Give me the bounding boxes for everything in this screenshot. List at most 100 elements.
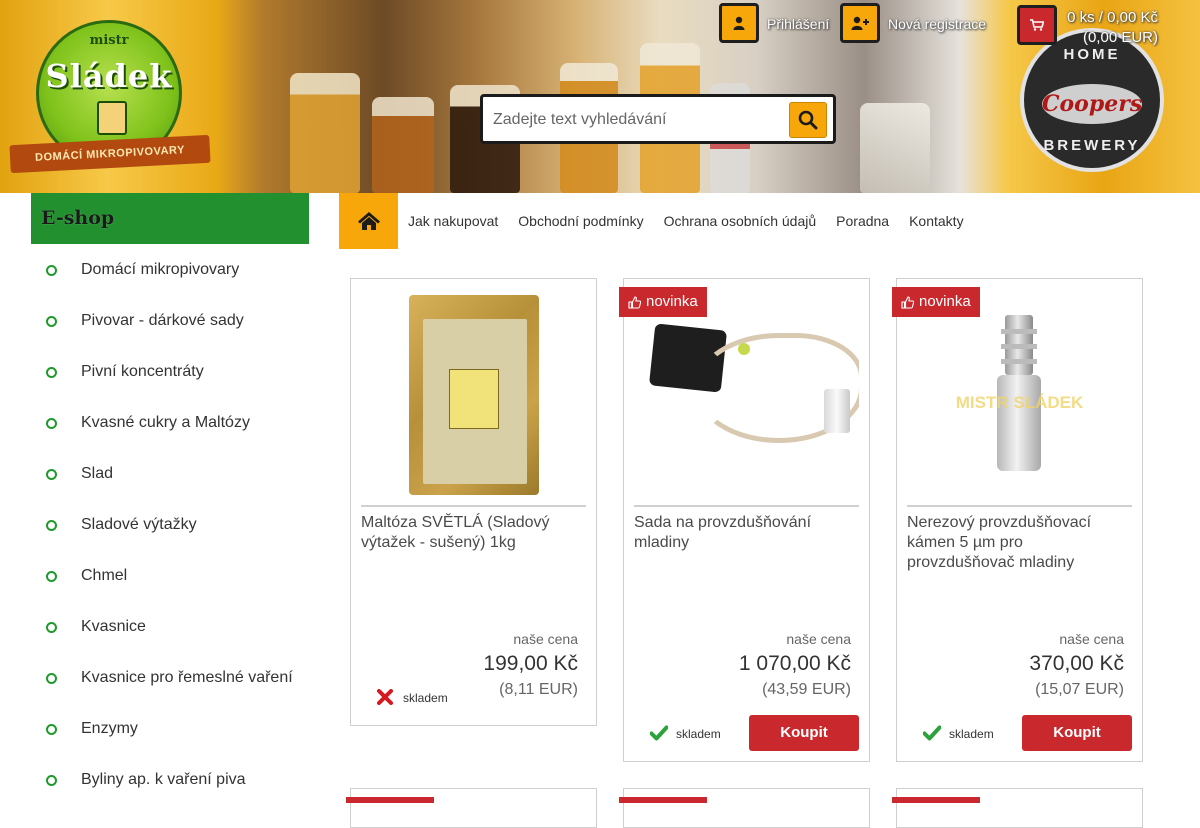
sidebar-item-label: Kvasnice bbox=[81, 618, 146, 635]
stock-text: skladem bbox=[949, 727, 994, 741]
home-button[interactable] bbox=[339, 193, 398, 249]
coopers-logo: HOME Coopers BREWERY bbox=[1020, 28, 1164, 172]
sidebar-item-chmel[interactable]: Chmel bbox=[31, 550, 309, 601]
add-user-icon bbox=[851, 16, 869, 30]
main-nav: Jak nakupovat Obchodní podmínky Ochrana … bbox=[339, 193, 984, 249]
product-image[interactable] bbox=[634, 289, 859, 504]
buy-button[interactable]: Koupit bbox=[749, 715, 859, 751]
product-price-eur: (15,07 EUR) bbox=[1035, 681, 1124, 698]
coopers-logo-brand: Coopers bbox=[1042, 84, 1142, 124]
sidebar-item-label: Pivní koncentráty bbox=[81, 363, 204, 380]
divider bbox=[907, 505, 1132, 507]
sidebar-item-slad[interactable]: Slad bbox=[31, 448, 309, 499]
cart-eur: (0,00 EUR) bbox=[1082, 29, 1158, 46]
product-price-eur: (8,11 EUR) bbox=[499, 681, 578, 698]
badge-strip bbox=[346, 797, 434, 803]
sidebar-item-enzymy[interactable]: Enzymy bbox=[31, 703, 309, 754]
stock-text: skladem bbox=[403, 691, 448, 705]
sidebar-item-kvasne-cukry[interactable]: Kvasné cukry a Maltózy bbox=[31, 397, 309, 448]
search-button[interactable] bbox=[789, 102, 827, 138]
nav-kontakty[interactable]: Kontakty bbox=[909, 213, 963, 229]
nav-poradna[interactable]: Poradna bbox=[836, 213, 889, 229]
product-card[interactable]: novinka Sada na provzdušňování mladiny n… bbox=[619, 278, 870, 762]
price-label: naše cena bbox=[786, 631, 851, 647]
sidebar-item-byliny[interactable]: Byliny ap. k vaření piva bbox=[31, 754, 309, 805]
stock-status: skladem bbox=[923, 725, 994, 743]
search-input[interactable] bbox=[493, 107, 783, 133]
sidebar-item-domaci-mikropivovary[interactable]: Domácí mikropivovary bbox=[31, 244, 309, 295]
sidebar-item-label: Pivovar - dárkové sady bbox=[81, 312, 244, 329]
sidebar-title: E-shop bbox=[31, 193, 309, 244]
category-sidebar: E-shop Domácí mikropivovary Pivovar - dá… bbox=[31, 193, 309, 805]
thumbs-up-icon bbox=[628, 295, 641, 309]
check-icon bbox=[650, 725, 668, 743]
product-card[interactable]: Maltóza SVĚTLÁ (Sladový výtažek - sušený… bbox=[350, 278, 597, 726]
sidebar-item-pivni-koncentraty[interactable]: Pivní koncentráty bbox=[31, 346, 309, 397]
badge-text: novinka bbox=[646, 293, 698, 310]
cart-count: 0 ks / 0,00 Kč bbox=[1067, 9, 1158, 26]
sidebar-item-label: Sladové výtažky bbox=[81, 516, 197, 533]
bullet-icon bbox=[46, 775, 57, 786]
register-button[interactable] bbox=[840, 3, 880, 43]
sidebar-item-label: Chmel bbox=[81, 567, 128, 584]
bullet-icon bbox=[46, 367, 57, 378]
bullet-icon bbox=[46, 520, 57, 531]
beer-glass-decoration bbox=[372, 97, 434, 193]
sidebar-item-sladove-vytazky[interactable]: Sladové výtažky bbox=[31, 499, 309, 550]
login-button[interactable] bbox=[719, 3, 759, 43]
sidebar-item-kvasnice[interactable]: Kvasnice bbox=[31, 601, 309, 652]
bullet-icon bbox=[46, 265, 57, 276]
sidebar-item-pivovar-darkove-sady[interactable]: Pivovar - dárkové sady bbox=[31, 295, 309, 346]
nav-ochrana-udaju[interactable]: Ochrana osobních údajů bbox=[664, 213, 817, 229]
product-card[interactable]: MISTR SLÁDEK novinka Nerezový provzdušňo… bbox=[892, 278, 1143, 762]
bullet-icon bbox=[46, 673, 57, 684]
header-banner: mistr Sládek Domácí mikropivovary HOME C… bbox=[0, 0, 1200, 193]
buy-button[interactable]: Koupit bbox=[1022, 715, 1132, 751]
logo-main-text: Sládek bbox=[45, 57, 173, 95]
sidebar-item-label: Kvasnice pro řemeslné vaření bbox=[81, 669, 293, 686]
sidebar-item-label: Byliny ap. k vaření piva bbox=[81, 771, 246, 788]
badge-text: novinka bbox=[919, 293, 971, 310]
shopping-cart-icon bbox=[1030, 19, 1044, 31]
product-name[interactable]: Sada na provzdušňování mladiny bbox=[634, 513, 859, 553]
cart-summary[interactable]: 0 ks / 0,00 Kč (0,00 EUR) bbox=[1062, 8, 1158, 48]
sidebar-item-label: Domácí mikropivovary bbox=[81, 261, 240, 278]
bullet-icon bbox=[46, 469, 57, 480]
search-icon bbox=[798, 110, 818, 130]
cocktail-glass-decoration bbox=[860, 103, 930, 193]
sidebar-item-label: Enzymy bbox=[81, 720, 138, 737]
logo-top-text: mistr bbox=[89, 33, 129, 48]
check-icon bbox=[923, 725, 941, 743]
stock-status: skladem bbox=[650, 725, 721, 743]
stock-status: skladem bbox=[377, 689, 448, 707]
product-name[interactable]: Nerezový provzdušňovací kámen 5 µm pro p… bbox=[907, 513, 1132, 573]
bullet-icon bbox=[46, 316, 57, 327]
cart-button[interactable] bbox=[1017, 5, 1057, 45]
nav-jak-nakupovat[interactable]: Jak nakupovat bbox=[408, 213, 498, 229]
sidebar-item-label: Kvasné cukry a Maltózy bbox=[81, 414, 250, 431]
nav-obchodni-podminky[interactable]: Obchodní podmínky bbox=[518, 213, 643, 229]
product-price: 199,00 Kč bbox=[483, 652, 578, 675]
price-label: naše cena bbox=[513, 631, 578, 647]
bullet-icon bbox=[46, 418, 57, 429]
logo-ribbon: Domácí mikropivovary bbox=[9, 134, 211, 174]
image-watermark: MISTR SLÁDEK bbox=[955, 393, 1084, 412]
product-price-eur: (43,59 EUR) bbox=[762, 681, 851, 698]
product-name[interactable]: Maltóza SVĚTLÁ (Sladový výtažek - sušený… bbox=[361, 513, 586, 553]
product-card-partial[interactable] bbox=[619, 788, 870, 828]
product-card-partial[interactable] bbox=[346, 788, 597, 828]
register-link[interactable]: Nová registrace bbox=[888, 16, 986, 32]
beer-mug-icon bbox=[97, 101, 127, 135]
bullet-icon bbox=[46, 571, 57, 582]
product-image[interactable] bbox=[361, 289, 586, 504]
new-badge: novinka bbox=[619, 287, 707, 317]
thumbs-up-icon bbox=[901, 295, 914, 309]
search-box bbox=[480, 94, 836, 144]
login-link[interactable]: Přihlášení bbox=[767, 16, 829, 32]
user-icon bbox=[733, 16, 745, 30]
product-image[interactable]: MISTR SLÁDEK bbox=[907, 289, 1132, 504]
product-card-partial[interactable] bbox=[892, 788, 1143, 828]
sidebar-item-kvasnice-remeslne[interactable]: Kvasnice pro řemeslné vaření bbox=[31, 652, 309, 703]
coopers-logo-bottom: BREWERY bbox=[1043, 137, 1141, 154]
bullet-icon bbox=[46, 724, 57, 735]
